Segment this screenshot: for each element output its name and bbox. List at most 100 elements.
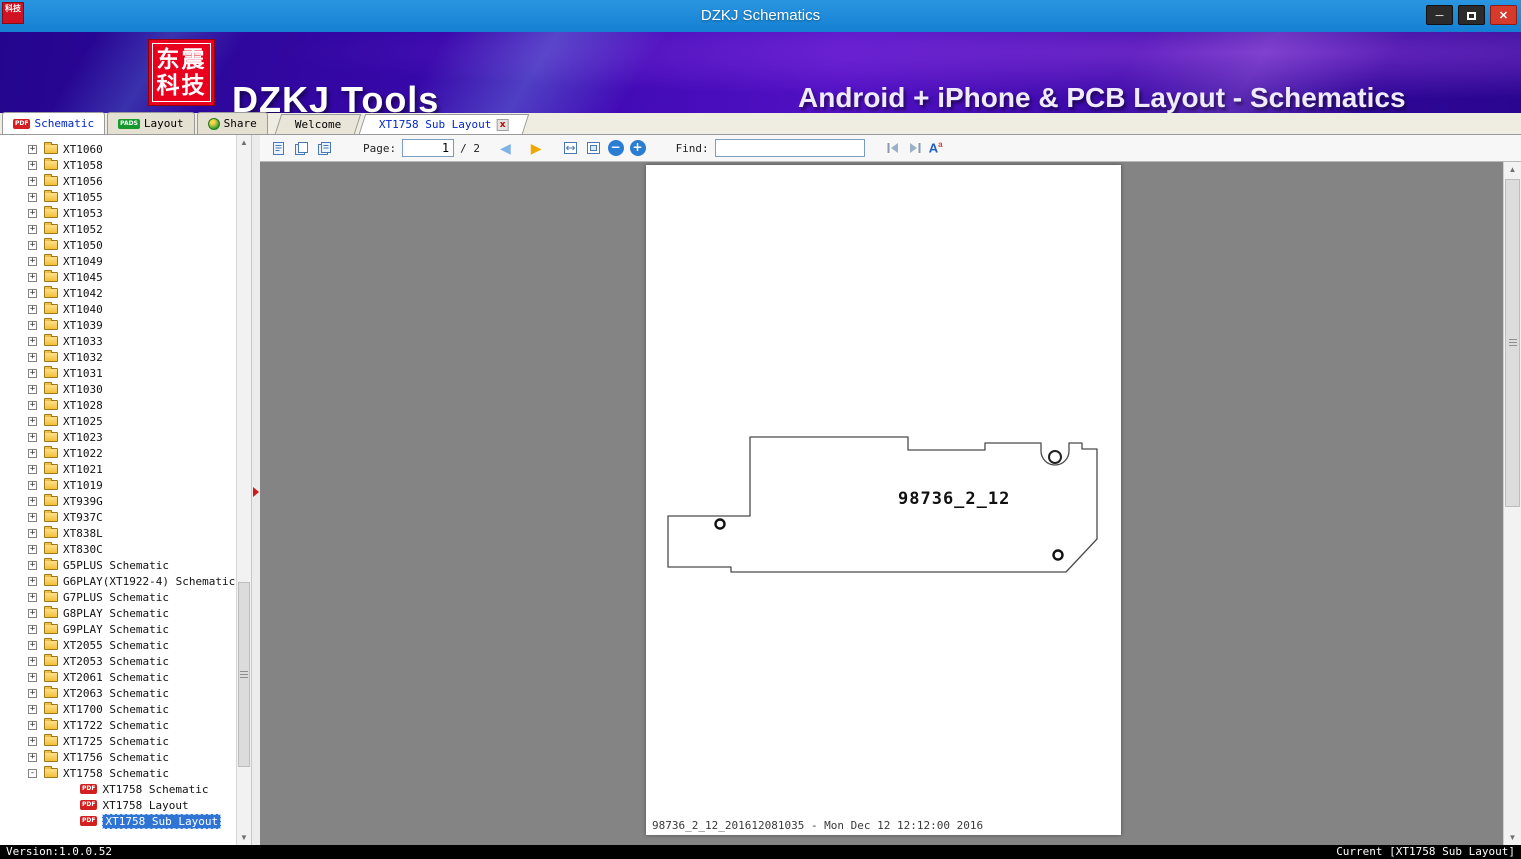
expand-toggle-icon[interactable]: + bbox=[28, 368, 37, 378]
tree-item-xt1758-schematic[interactable]: - XT1758 Schematic bbox=[0, 765, 236, 781]
scroll-down-icon[interactable]: ▼ bbox=[1504, 830, 1521, 845]
tree-item-xt830c[interactable]: + XT830C bbox=[0, 541, 236, 557]
fit-width-icon[interactable] bbox=[562, 140, 579, 156]
tree-item-g8play-schematic[interactable]: + G8PLAY Schematic bbox=[0, 605, 236, 621]
tree-item-xt1050[interactable]: + XT1050 bbox=[0, 237, 236, 253]
tree-item-xt1060[interactable]: + XT1060 bbox=[0, 141, 236, 157]
expand-toggle-icon[interactable]: + bbox=[28, 512, 37, 522]
tree-item-xt1052[interactable]: + XT1052 bbox=[0, 221, 236, 237]
tree-item-xt1023[interactable]: + XT1023 bbox=[0, 429, 236, 445]
fit-page-icon[interactable] bbox=[585, 140, 602, 156]
expand-toggle-icon[interactable]: + bbox=[28, 752, 37, 762]
expand-toggle-icon[interactable]: + bbox=[28, 704, 37, 714]
find-input[interactable] bbox=[714, 139, 865, 157]
expand-toggle-icon[interactable]: + bbox=[28, 240, 37, 250]
match-case-icon[interactable]: Aa bbox=[929, 140, 943, 155]
tree-item-xt1042[interactable]: + XT1042 bbox=[0, 285, 236, 301]
scroll-down-icon[interactable]: ▼ bbox=[237, 830, 251, 845]
expand-toggle-icon[interactable]: + bbox=[28, 144, 37, 154]
expand-toggle-icon[interactable]: + bbox=[28, 192, 37, 202]
expand-toggle-icon[interactable]: + bbox=[28, 288, 37, 298]
zoom-in-icon[interactable]: + bbox=[629, 140, 646, 156]
tree-item-xt1025[interactable]: + XT1025 bbox=[0, 413, 236, 429]
tree-item-xt1756-schematic[interactable]: + XT1756 Schematic bbox=[0, 749, 236, 765]
tree-item-xt1053[interactable]: + XT1053 bbox=[0, 205, 236, 221]
viewer-scroll-thumb[interactable] bbox=[1505, 179, 1520, 507]
expand-toggle-icon[interactable]: + bbox=[28, 576, 37, 586]
expand-toggle-icon[interactable]: + bbox=[28, 272, 37, 282]
tree-item-xt1722-schematic[interactable]: + XT1722 Schematic bbox=[0, 717, 236, 733]
expand-toggle-icon[interactable]: + bbox=[28, 160, 37, 170]
tree-item-xt1030[interactable]: + XT1030 bbox=[0, 381, 236, 397]
expand-toggle-icon[interactable]: + bbox=[28, 608, 37, 618]
expand-toggle-icon[interactable]: + bbox=[28, 432, 37, 442]
expand-toggle-icon[interactable]: + bbox=[28, 400, 37, 410]
next-page-icon[interactable]: ▶ bbox=[531, 141, 542, 155]
maximize-button[interactable] bbox=[1458, 5, 1485, 25]
tree-item-xt1700-schematic[interactable]: + XT1700 Schematic bbox=[0, 701, 236, 717]
tree-item-xt2053-schematic[interactable]: + XT2053 Schematic bbox=[0, 653, 236, 669]
tree-item-xt1056[interactable]: + XT1056 bbox=[0, 173, 236, 189]
tree-item-xt2055-schematic[interactable]: + XT2055 Schematic bbox=[0, 637, 236, 653]
close-button[interactable]: ✕ bbox=[1490, 5, 1517, 25]
scroll-up-icon[interactable]: ▲ bbox=[237, 135, 251, 150]
expand-toggle-icon[interactable]: + bbox=[28, 384, 37, 394]
tree-item-xt1758-sub-layout[interactable]: PDF XT1758 Sub Layout bbox=[0, 813, 236, 829]
tree-scrollbar[interactable]: ▲ ▼ bbox=[236, 135, 251, 845]
expand-toggle-icon[interactable]: + bbox=[28, 720, 37, 730]
tree-item-xt1055[interactable]: + XT1055 bbox=[0, 189, 236, 205]
tree-item-xt1758-layout[interactable]: PDF XT1758 Layout bbox=[0, 797, 236, 813]
tree-item-xt1039[interactable]: + XT1039 bbox=[0, 317, 236, 333]
tree-scroll-thumb[interactable] bbox=[238, 582, 250, 767]
expand-toggle-icon[interactable]: + bbox=[28, 256, 37, 266]
tree-item-xt1019[interactable]: + XT1019 bbox=[0, 477, 236, 493]
scroll-up-icon[interactable]: ▲ bbox=[1504, 162, 1521, 177]
snapshot-icon[interactable] bbox=[293, 140, 310, 157]
expand-toggle-icon[interactable]: + bbox=[28, 416, 37, 426]
expand-toggle-icon[interactable]: + bbox=[28, 336, 37, 346]
expand-toggle-icon[interactable]: + bbox=[28, 304, 37, 314]
expand-toggle-icon[interactable]: + bbox=[28, 688, 37, 698]
tree-item-xt1058[interactable]: + XT1058 bbox=[0, 157, 236, 173]
expand-toggle-icon[interactable]: + bbox=[28, 448, 37, 458]
expand-toggle-icon[interactable]: + bbox=[28, 352, 37, 362]
tree-item-xt2063-schematic[interactable]: + XT2063 Schematic bbox=[0, 685, 236, 701]
splitter-collapse-icon[interactable] bbox=[253, 487, 259, 497]
expand-toggle-icon[interactable]: + bbox=[28, 560, 37, 570]
find-next-icon[interactable] bbox=[907, 141, 923, 155]
expand-toggle-icon[interactable]: + bbox=[28, 624, 37, 634]
zoom-out-icon[interactable]: − bbox=[607, 140, 624, 156]
tree-item-xt1032[interactable]: + XT1032 bbox=[0, 349, 236, 365]
expand-toggle-icon[interactable]: + bbox=[28, 736, 37, 746]
page-input[interactable] bbox=[402, 139, 455, 157]
tree-item-xt1049[interactable]: + XT1049 bbox=[0, 253, 236, 269]
expand-toggle-icon[interactable]: + bbox=[28, 672, 37, 682]
tree-item-xt1040[interactable]: + XT1040 bbox=[0, 301, 236, 317]
expand-toggle-icon[interactable]: + bbox=[28, 480, 37, 490]
tab-welcome[interactable]: Welcome bbox=[274, 114, 362, 134]
expand-toggle-icon[interactable]: + bbox=[28, 176, 37, 186]
panel-splitter[interactable] bbox=[252, 135, 260, 845]
pdf-viewer[interactable]: 98736_2_12 98736_2_12_201612081035 - Mon… bbox=[260, 162, 1503, 845]
tree-item-g7plus-schematic[interactable]: + G7PLUS Schematic bbox=[0, 589, 236, 605]
tree-item-xt1022[interactable]: + XT1022 bbox=[0, 445, 236, 461]
collapse-toggle-icon[interactable]: - bbox=[28, 768, 37, 778]
expand-toggle-icon[interactable]: + bbox=[28, 544, 37, 554]
tree-item-xt1725-schematic[interactable]: + XT1725 Schematic bbox=[0, 733, 236, 749]
tree-item-xt939g[interactable]: + XT939G bbox=[0, 493, 236, 509]
expand-toggle-icon[interactable]: + bbox=[28, 224, 37, 234]
tree-item-g9play-schematic[interactable]: + G9PLAY Schematic bbox=[0, 621, 236, 637]
expand-toggle-icon[interactable]: + bbox=[28, 592, 37, 602]
tree-item-xt1028[interactable]: + XT1028 bbox=[0, 397, 236, 413]
copy-page-icon[interactable] bbox=[270, 140, 287, 157]
multi-page-icon[interactable] bbox=[316, 140, 333, 157]
tree-item-xt937c[interactable]: + XT937C bbox=[0, 509, 236, 525]
tree-item-xt1758-schematic[interactable]: PDF XT1758 Schematic bbox=[0, 781, 236, 797]
expand-toggle-icon[interactable]: + bbox=[28, 464, 37, 474]
expand-toggle-icon[interactable]: + bbox=[28, 528, 37, 538]
previous-page-icon[interactable]: ◀ bbox=[500, 141, 511, 155]
close-tab-icon[interactable]: x bbox=[496, 118, 509, 131]
tab-layout[interactable]: PADS Layout bbox=[107, 112, 195, 134]
tree-item-xt2061-schematic[interactable]: + XT2061 Schematic bbox=[0, 669, 236, 685]
tree-item-xt1045[interactable]: + XT1045 bbox=[0, 269, 236, 285]
